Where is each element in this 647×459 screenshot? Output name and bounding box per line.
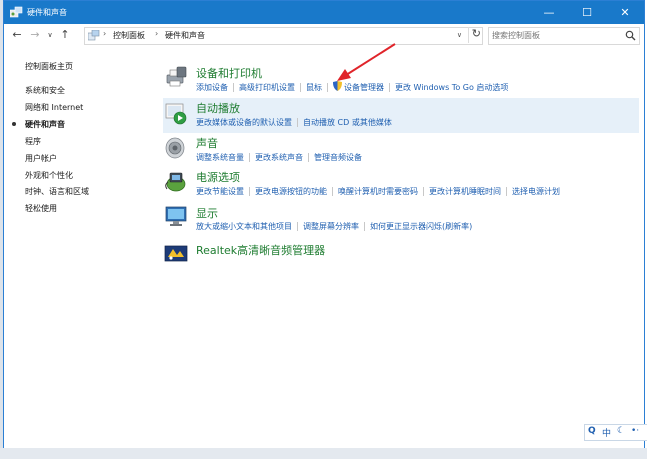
link-adjust-volume[interactable]: 调整系统音量 <box>196 153 244 162</box>
category-title-autoplay[interactable]: 自动播放 <box>196 100 240 116</box>
minimize-button[interactable]: — <box>530 1 568 24</box>
control-panel-small-icon <box>88 30 100 41</box>
link-divider <box>300 83 301 92</box>
search-box[interactable] <box>488 27 640 45</box>
category-title-devices-printers[interactable]: 设备和打印机 <box>196 65 262 81</box>
forward-button[interactable]: → <box>28 28 42 42</box>
link-change-system-sounds[interactable]: 更改系统声音 <box>255 153 303 162</box>
autoplay-links: 更改媒体或设备的默认设置 自动播放 CD 或其他媒体 <box>196 117 392 128</box>
link-divider <box>364 222 365 231</box>
back-button[interactable]: ← <box>10 28 24 42</box>
tray-ime-chinese[interactable]: 中 <box>602 426 611 439</box>
sound-links: 调整系统音量 更改系统声音 管理音频设备 <box>196 152 362 163</box>
maximize-button[interactable]: ☐ <box>568 1 606 24</box>
link-divider <box>297 222 298 231</box>
power-options-links: 更改节能设置 更改电源按钮的功能 唤醒计算机时需要密码 更改计算机睡眠时间 选择电源计划 <box>196 186 560 197</box>
link-divider <box>233 83 234 92</box>
window-title: 硬件和声音 <box>27 8 67 17</box>
link-power-button-function[interactable]: 更改电源按钮的功能 <box>255 187 327 196</box>
refresh-button[interactable]: ↻ <box>467 27 481 43</box>
link-divider <box>308 153 309 162</box>
sidebar-item-system-security[interactable]: 系统和安全 <box>25 85 65 96</box>
address-bar[interactable]: › 控制面板 › 硬件和声音 ∨ ↻ <box>84 27 483 45</box>
tray-moon-icon[interactable]: ☾ <box>617 426 625 436</box>
close-button[interactable]: ✕ <box>606 1 644 24</box>
link-text-size[interactable]: 放大或缩小文本和其他项目 <box>196 222 292 231</box>
category-title-sound[interactable]: 声音 <box>196 135 218 151</box>
category-title-realtek[interactable]: Realtek高清晰音频管理器 <box>196 242 325 258</box>
taskbar-strip <box>0 448 647 459</box>
link-screen-resolution[interactable]: 调整屏幕分辨率 <box>303 222 359 231</box>
link-sleep-time[interactable]: 更改计算机睡眠时间 <box>429 187 501 196</box>
link-divider <box>506 187 507 196</box>
sidebar-item-ease-of-access[interactable]: 轻松使用 <box>25 203 57 214</box>
link-mouse[interactable]: 鼠标 <box>306 83 322 92</box>
link-choose-power-plan[interactable]: 选择电源计划 <box>512 187 560 196</box>
search-input[interactable] <box>492 29 620 41</box>
breadcrumb-hardware-sound[interactable]: 硬件和声音 <box>165 30 205 41</box>
up-button[interactable]: ↑ <box>58 28 72 42</box>
category-title-display[interactable]: 显示 <box>196 205 218 221</box>
breadcrumb-control-panel[interactable]: 控制面板 <box>113 30 145 41</box>
control-panel-app-icon <box>10 6 23 18</box>
printer-icon <box>166 66 187 87</box>
link-autoplay-cd[interactable]: 自动播放 CD 或其他媒体 <box>303 118 392 127</box>
link-wake-password[interactable]: 唤醒计算机时需要密码 <box>338 187 418 196</box>
display-icon <box>165 206 187 226</box>
tray-dots-icon[interactable]: •‧ <box>631 426 639 436</box>
title-bar[interactable]: 硬件和声音 — ☐ ✕ <box>4 1 644 24</box>
power-options-icon <box>165 172 186 192</box>
breadcrumb-separator: › <box>103 29 107 38</box>
sidebar-item-clock-language[interactable]: 时钟、语言和区域 <box>25 186 89 197</box>
speaker-icon <box>165 137 185 159</box>
current-page-bullet <box>12 122 16 126</box>
link-divider <box>249 187 250 196</box>
link-change-media-defaults[interactable]: 更改媒体或设备的默认设置 <box>196 118 292 127</box>
link-windows-to-go[interactable]: 更改 Windows To Go 启动选项 <box>395 83 508 92</box>
link-manage-audio-devices[interactable]: 管理音频设备 <box>314 153 362 162</box>
link-divider <box>249 153 250 162</box>
link-divider <box>327 83 328 92</box>
autoplay-icon <box>165 103 187 125</box>
tray-search-icon[interactable]: Q <box>588 426 596 436</box>
sidebar-item-home[interactable]: 控制面板主页 <box>25 61 73 72</box>
link-change-power-saving[interactable]: 更改节能设置 <box>196 187 244 196</box>
sidebar-item-user-accounts[interactable]: 用户帐户 <box>25 153 57 164</box>
display-links: 放大或缩小文本和其他项目 调整屏幕分辨率 如何更正显示器闪烁(刷新率) <box>196 221 472 232</box>
sidebar-item-hardware-sound: 硬件和声音 <box>25 120 65 129</box>
control-panel-window: 硬件和声音 — ☐ ✕ ← → ∨ ↑ › 控制面板 › 硬件和声音 ∨ ↻ 搜… <box>3 0 645 450</box>
link-monitor-flicker[interactable]: 如何更正显示器闪烁(刷新率) <box>370 222 472 231</box>
breadcrumb-separator: › <box>155 29 159 38</box>
link-divider <box>423 187 424 196</box>
recent-locations-button[interactable]: ∨ <box>43 28 57 42</box>
sidebar-item-appearance[interactable]: 外观和个性化 <box>25 170 73 181</box>
link-divider <box>297 118 298 127</box>
search-icon[interactable] <box>625 30 636 41</box>
annotation-arrow <box>337 43 396 81</box>
sidebar-item-programs[interactable]: 程序 <box>25 136 41 147</box>
link-advanced-printer-settings[interactable]: 高级打印机设置 <box>239 83 295 92</box>
link-divider <box>332 187 333 196</box>
category-title-power-options[interactable]: 电源选项 <box>196 169 240 185</box>
navigation-bar: ← → ∨ ↑ › 控制面板 › 硬件和声音 ∨ ↻ <box>4 24 644 48</box>
link-add-device[interactable]: 添加设备 <box>196 83 228 92</box>
realtek-audio-icon <box>164 245 188 262</box>
sidebar-item-network[interactable]: 网络和 Internet <box>25 102 83 113</box>
ime-tray: Q 中 ☾ •‧ <box>584 424 647 441</box>
address-dropdown-button[interactable]: ∨ <box>457 31 462 39</box>
